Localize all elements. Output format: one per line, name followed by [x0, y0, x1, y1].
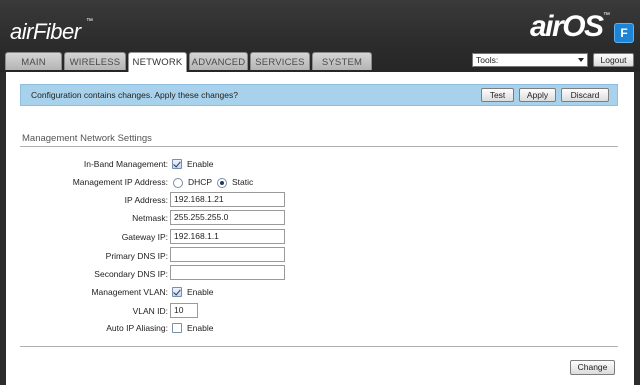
airos-logo: airOS ™ F [530, 10, 634, 46]
alias-enable-label: Enable [187, 323, 214, 333]
apply-button[interactable]: Apply [519, 88, 556, 102]
airfiber-badge-icon: F [614, 23, 634, 43]
primary-dns-input[interactable] [170, 247, 285, 262]
content-frame [0, 72, 640, 385]
management-ip-label: Management IP Address: [72, 177, 168, 187]
dhcp-radio[interactable] [173, 178, 183, 188]
section-divider [20, 146, 618, 147]
tab-main[interactable]: MAIN [5, 52, 62, 70]
tab-wireless[interactable]: WIRELESS [64, 52, 126, 70]
static-label: Static [232, 177, 254, 187]
chevron-down-icon [578, 58, 584, 62]
discard-button[interactable]: Discard [561, 88, 609, 102]
static-radio[interactable] [217, 178, 227, 188]
changes-banner: Configuration contains changes. Apply th… [20, 84, 618, 106]
tab-system[interactable]: SYSTEM [312, 52, 372, 70]
banner-message: Configuration contains changes. Apply th… [31, 90, 238, 100]
gateway-ip-input[interactable]: 192.168.1.1 [170, 229, 285, 244]
change-button[interactable]: Change [570, 360, 615, 375]
tab-services[interactable]: SERVICES [250, 52, 310, 70]
section-title: Management Network Settings [22, 133, 152, 144]
secondary-dns-input[interactable] [170, 265, 285, 280]
secondary-dns-label: Secondary DNS IP: [94, 269, 168, 279]
ip-address-input[interactable]: 192.168.1.21 [170, 192, 285, 207]
footer-divider [20, 346, 618, 347]
management-vlan-checkbox[interactable] [172, 287, 182, 297]
header-bar: airFiber ™ airOS ™ F MAIN WIRELESS NETWO… [0, 0, 640, 72]
tools-select[interactable]: Tools: [472, 53, 588, 67]
netmask-input[interactable]: 255.255.255.0 [170, 210, 285, 225]
inband-management-checkbox[interactable] [172, 159, 182, 169]
inband-enable-label: Enable [187, 159, 214, 169]
auto-ip-aliasing-checkbox[interactable] [172, 323, 182, 333]
tab-advanced[interactable]: ADVANCED [189, 52, 248, 70]
gateway-ip-label: Gateway IP: [121, 232, 168, 242]
vlan-id-input[interactable]: 10 [170, 303, 198, 318]
primary-dns-label: Primary DNS IP: [105, 251, 168, 261]
logout-button[interactable]: Logout [593, 53, 634, 67]
management-vlan-label: Management VLAN: [91, 287, 168, 297]
vlan-enable-label: Enable [187, 287, 214, 297]
inband-management-label: In-Band Management: [83, 159, 168, 169]
netmask-label: Netmask: [132, 213, 168, 223]
vlan-id-label: VLAN ID: [132, 306, 168, 316]
tab-network[interactable]: NETWORK [128, 52, 187, 72]
auto-ip-aliasing-label: Auto IP Aliasing: [106, 323, 168, 333]
test-button[interactable]: Test [481, 88, 514, 102]
dhcp-label: DHCP [188, 177, 213, 187]
ip-address-label: IP Address: [124, 195, 168, 205]
